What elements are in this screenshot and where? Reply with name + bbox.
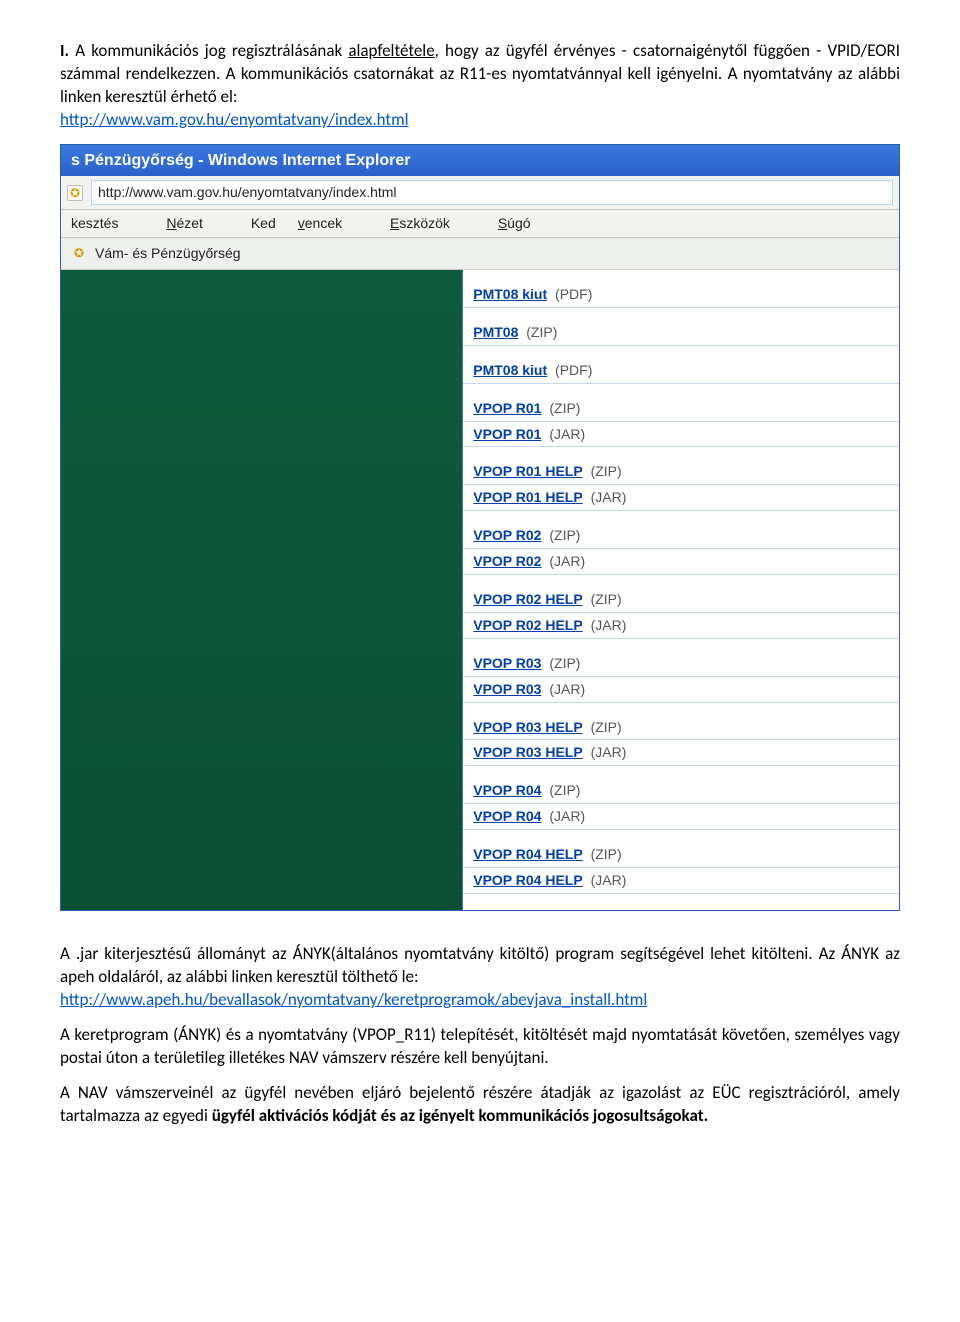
file-list-item[interactable]: VPOP R03 (JAR) xyxy=(463,677,899,703)
file-format-label: (JAR) xyxy=(545,808,585,824)
file-list-item[interactable]: VPOP R02 (ZIP) xyxy=(463,523,899,549)
file-list-item[interactable]: VPOP R04 (ZIP) xyxy=(463,778,899,804)
file-format-label: (ZIP) xyxy=(545,782,580,798)
file-link[interactable]: VPOP R04 HELP xyxy=(473,846,582,862)
file-link[interactable]: VPOP R02 HELP xyxy=(473,617,582,633)
file-link[interactable]: VPOP R01 HELP xyxy=(473,463,582,479)
file-format-label: (JAR) xyxy=(587,744,627,760)
doc-para-3: A keretprogram (ÁNYK) és a nyomtatvány (… xyxy=(60,1024,900,1070)
file-list: PMT08 kiut (PDF) PMT08 (ZIP) PMT08 kiut (P… xyxy=(463,282,899,910)
para2-link[interactable]: http://www.apeh.hu/bevallasok/nyomtatvan… xyxy=(60,989,647,1010)
menu-bar: kesztés Nézet Kedvencek Eszközök Súgó xyxy=(61,210,899,238)
list-gap xyxy=(463,308,899,320)
file-list-item[interactable]: VPOP R04 HELP (JAR) xyxy=(463,868,899,894)
list-gap xyxy=(463,384,899,396)
file-list-item[interactable]: VPOP R02 HELP (JAR) xyxy=(463,613,899,639)
address-bar-row: ✪ http://www.vam.gov.hu/enyomtatvany/ind… xyxy=(61,176,899,210)
tab-favicon-icon: ✪ xyxy=(71,246,87,262)
menu-favorites[interactable]: Kedvencek xyxy=(251,215,364,231)
file-link[interactable]: VPOP R01 xyxy=(473,426,541,442)
file-list-panel: PMT08 kiut (PDF) PMT08 (ZIP) PMT08 kiut (P… xyxy=(463,270,899,910)
list-gap xyxy=(463,830,899,842)
list-gap xyxy=(463,703,899,715)
list-gap xyxy=(463,511,899,523)
window-titlebar: s Pénzügyőrség - Windows Internet Explor… xyxy=(61,145,899,177)
file-format-label: (ZIP) xyxy=(545,527,580,543)
file-list-item[interactable]: PMT08 kiut (PDF) xyxy=(463,358,899,384)
file-list-item[interactable]: VPOP R02 (JAR) xyxy=(463,549,899,575)
file-link[interactable]: VPOP R04 xyxy=(473,808,541,824)
file-link[interactable]: VPOP R04 HELP xyxy=(473,872,582,888)
file-list-item[interactable]: PMT08 (ZIP) xyxy=(463,320,899,346)
file-format-label: (ZIP) xyxy=(545,655,580,671)
file-link[interactable]: VPOP R03 HELP xyxy=(473,719,582,735)
window-title: s Pénzügyőrség - Windows Internet Explor… xyxy=(71,152,410,169)
file-format-label: (ZIP) xyxy=(587,591,622,607)
para2-text: A .jar kiterjesztésű állományt az ÁNYK(á… xyxy=(60,943,900,987)
file-list-item[interactable]: VPOP R01 HELP (ZIP) xyxy=(463,459,899,485)
file-link[interactable]: VPOP R03 HELP xyxy=(473,744,582,760)
browser-window: s Pénzügyőrség - Windows Internet Explor… xyxy=(60,144,900,911)
file-link[interactable]: PMT08 kiut xyxy=(473,286,547,302)
file-link[interactable]: VPOP R02 xyxy=(473,527,541,543)
file-format-label: (PDF) xyxy=(551,362,592,378)
file-list-item[interactable]: VPOP R03 HELP (JAR) xyxy=(463,740,899,766)
file-list-item[interactable]: PMT08 kiut (PDF) xyxy=(463,282,899,308)
list-gap xyxy=(463,766,899,778)
file-link[interactable]: VPOP R01 HELP xyxy=(473,489,582,505)
file-format-label: (PDF) xyxy=(551,286,592,302)
menu-edit[interactable]: kesztés xyxy=(71,215,140,231)
menu-tools[interactable]: Eszközök xyxy=(390,215,472,231)
file-list-item[interactable]: VPOP R02 HELP (ZIP) xyxy=(463,587,899,613)
file-list-item[interactable]: VPOP R01 HELP (JAR) xyxy=(463,485,899,511)
file-format-label: (JAR) xyxy=(545,681,585,697)
file-list-item[interactable]: VPOP R04 HELP (ZIP) xyxy=(463,842,899,868)
doc-para-1: I. A kommunikációs jog regisztrálásának … xyxy=(60,40,900,132)
file-list-item[interactable]: VPOP R03 (ZIP) xyxy=(463,651,899,677)
file-list-item[interactable]: VPOP R11 (ZIP) xyxy=(463,906,899,910)
file-link[interactable]: VPOP R01 xyxy=(473,400,541,416)
list-gap xyxy=(463,894,899,906)
file-link[interactable]: VPOP R02 xyxy=(473,553,541,569)
doc-para-2: A .jar kiterjesztésű állományt az ÁNYK(á… xyxy=(60,943,900,1012)
para1-emph: alapfeltétele xyxy=(348,40,434,61)
file-list-item[interactable]: VPOP R01 (ZIP) xyxy=(463,396,899,422)
file-format-label: (ZIP) xyxy=(587,463,622,479)
file-link[interactable]: VPOP R03 xyxy=(473,655,541,671)
tab-row: ✪ Vám- és Pénzügyőrség xyxy=(61,238,899,270)
list-gap xyxy=(463,346,899,358)
list-gap xyxy=(463,575,899,587)
file-format-label: (ZIP) xyxy=(545,400,580,416)
file-format-label: (JAR) xyxy=(587,872,627,888)
file-link[interactable]: PMT08 xyxy=(473,324,518,340)
doc-para-4: A NAV vámszerveinél az ügyfél nevében el… xyxy=(60,1082,900,1128)
file-link[interactable]: VPOP R03 xyxy=(473,681,541,697)
file-format-label: (JAR) xyxy=(587,489,627,505)
list-gap xyxy=(463,447,899,459)
address-field[interactable]: http://www.vam.gov.hu/enyomtatvany/index… xyxy=(91,180,893,205)
file-link[interactable]: VPOP R04 xyxy=(473,782,541,798)
menu-help[interactable]: Súgó xyxy=(498,215,553,231)
tab-label[interactable]: Vám- és Pénzügyőrség xyxy=(95,244,241,263)
file-link[interactable]: VPOP R02 HELP xyxy=(473,591,582,607)
file-list-item[interactable]: VPOP R04 (JAR) xyxy=(463,804,899,830)
list-gap xyxy=(463,639,899,651)
file-format-label: (JAR) xyxy=(587,617,627,633)
file-list-item[interactable]: VPOP R03 HELP (ZIP) xyxy=(463,715,899,741)
para1-link[interactable]: http://www.vam.gov.hu/enyomtatvany/index… xyxy=(60,109,409,130)
file-link[interactable]: PMT08 kiut xyxy=(473,362,547,378)
file-format-label: (ZIP) xyxy=(522,324,557,340)
left-sidebar-panel xyxy=(61,270,463,910)
menu-view[interactable]: Nézet xyxy=(166,215,225,231)
page-content: PMT08 kiut (PDF) PMT08 (ZIP) PMT08 kiut (P… xyxy=(61,270,899,910)
file-format-label: (JAR) xyxy=(545,426,585,442)
para1-pre: A kommunikációs jog regisztrálásának xyxy=(75,40,348,61)
file-format-label: (JAR) xyxy=(545,553,585,569)
section-number: I. xyxy=(60,40,69,61)
file-format-label: (ZIP) xyxy=(587,719,622,735)
page-favicon-icon: ✪ xyxy=(67,185,83,201)
file-list-item[interactable]: VPOP R01 (JAR) xyxy=(463,422,899,448)
para4-emph: ügyfél aktivációs kódját és az igényelt … xyxy=(212,1105,708,1126)
file-format-label: (ZIP) xyxy=(587,846,622,862)
